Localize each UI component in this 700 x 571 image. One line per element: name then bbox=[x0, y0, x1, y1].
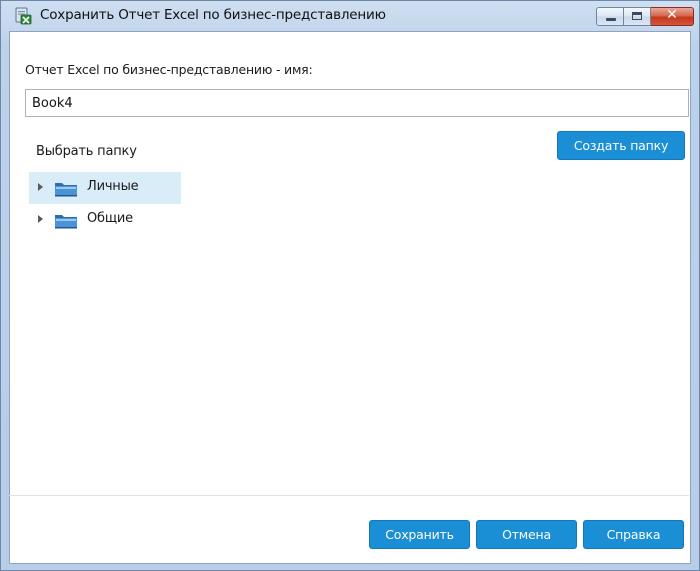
tree-item-shared[interactable]: Общие bbox=[29, 204, 181, 236]
caption-buttons: ✕ bbox=[596, 7, 694, 27]
save-button[interactable]: Сохранить bbox=[369, 520, 470, 549]
close-button[interactable]: ✕ bbox=[651, 7, 694, 26]
maximize-button[interactable] bbox=[624, 7, 651, 26]
expand-arrow-icon[interactable] bbox=[38, 183, 43, 191]
excel-report-icon bbox=[15, 7, 32, 25]
save-dialog-window: Сохранить Отчет Excel по бизнес-представ… bbox=[0, 0, 700, 571]
footer-divider bbox=[9, 495, 689, 496]
minimize-icon bbox=[606, 18, 616, 21]
folder-icon bbox=[55, 215, 77, 229]
maximize-icon bbox=[632, 12, 642, 20]
tree-item-label: Общие bbox=[87, 211, 133, 226]
tree-item-personal[interactable]: Личные bbox=[29, 172, 181, 204]
help-button[interactable]: Справка bbox=[583, 520, 684, 549]
report-name-input[interactable] bbox=[25, 89, 689, 117]
cancel-button[interactable]: Отмена bbox=[476, 520, 577, 549]
report-name-label: Отчет Excel по бизнес-представлению - им… bbox=[25, 62, 313, 77]
create-folder-button[interactable]: Создать папку bbox=[557, 131, 685, 160]
tree-item-label: Личные bbox=[87, 179, 139, 194]
folder-icon bbox=[55, 183, 77, 197]
choose-folder-label: Выбрать папку bbox=[36, 144, 137, 159]
expand-arrow-icon[interactable] bbox=[38, 215, 43, 223]
window-title: Сохранить Отчет Excel по бизнес-представ… bbox=[40, 7, 386, 23]
minimize-button[interactable] bbox=[596, 7, 624, 26]
close-icon: ✕ bbox=[666, 7, 678, 23]
title-bar[interactable]: Сохранить Отчет Excel по бизнес-представ… bbox=[1, 1, 699, 31]
